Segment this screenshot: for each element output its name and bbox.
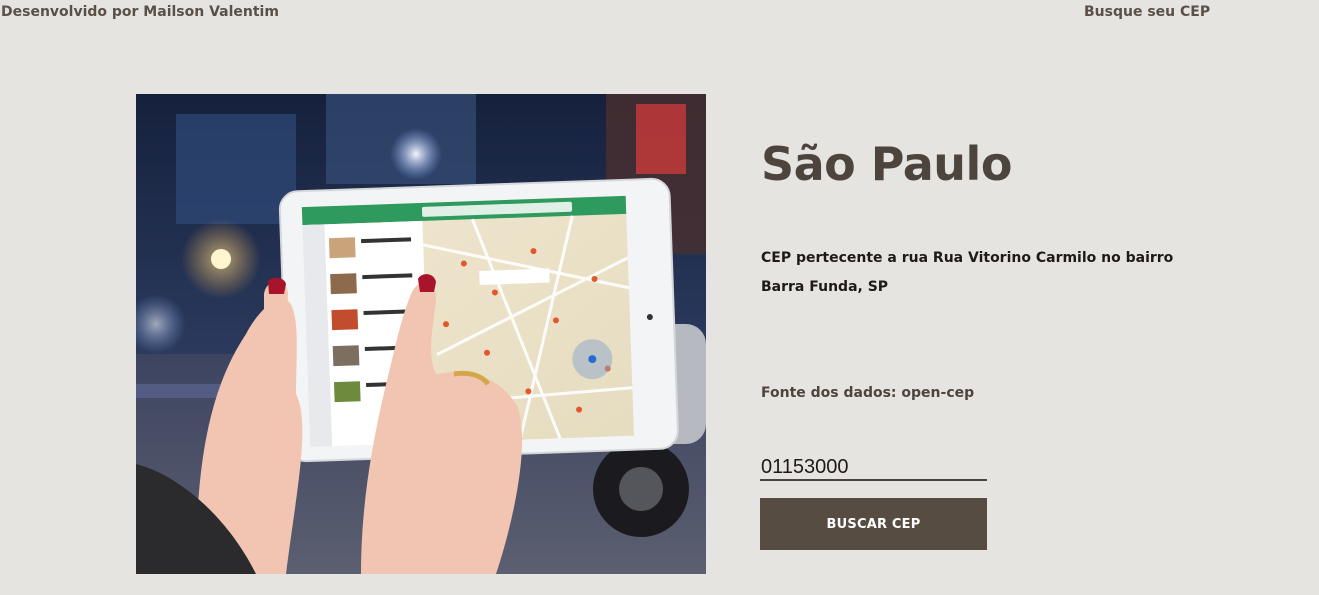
page: Desenvolvido por Mailson Valentim Busque… [0,0,1319,595]
hero-photo [136,94,706,574]
developer-credit: Desenvolvido por Mailson Valentim [1,4,279,20]
city-title: São Paulo [761,137,1012,191]
cep-input[interactable] [760,455,987,481]
buscar-cep-button[interactable]: BUSCAR CEP [760,498,987,550]
data-source-label: Fonte dos dados: open-cep [761,385,975,401]
nav-link-busque-cep[interactable]: Busque seu CEP [1084,4,1210,20]
cep-description: CEP pertecente a rua Rua Vitorino Carmil… [761,250,1174,295]
